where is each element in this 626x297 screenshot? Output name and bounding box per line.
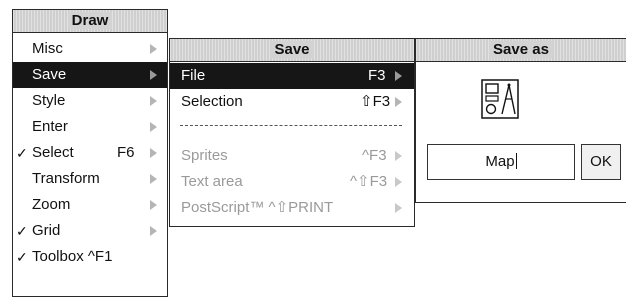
text-caret <box>515 153 517 169</box>
save-as-title: Save as <box>489 41 553 58</box>
submenu-arrow-icon <box>395 97 402 107</box>
drawfile-icon[interactable] <box>481 79 519 119</box>
submenu-arrow-icon <box>150 200 157 210</box>
submenu-arrow-icon <box>395 177 402 187</box>
menu-item-label: Toolbox ^F1 <box>32 248 113 265</box>
draw-menu-item-save[interactable]: Save <box>13 62 167 88</box>
draw-menu-title: Draw <box>67 12 113 29</box>
draw-menu-item-enter[interactable]: Enter <box>13 114 167 140</box>
menu-separator <box>180 125 402 126</box>
draw-menu-title-bar[interactable]: Draw <box>13 10 167 33</box>
submenu-arrow-icon <box>395 203 402 213</box>
filename-input[interactable]: Map <box>427 144 575 180</box>
tick-icon: ✓ <box>16 145 28 161</box>
menu-item-label: Style <box>32 92 66 109</box>
ok-button[interactable]: OK <box>581 144 621 180</box>
draw-menu-item-toolbox[interactable]: ✓ Toolbox ^F1 <box>13 244 167 270</box>
save-as-title-bar[interactable]: Save as <box>416 39 626 62</box>
save-as-dialog: Save as Map OK <box>415 38 626 203</box>
save-menu-item-selection[interactable]: Selection ⇧F3 <box>170 89 414 115</box>
tick-icon: ✓ <box>16 249 28 265</box>
save-menu-item-postscript: PostScript™ ^⇧PRINT <box>170 195 414 221</box>
save-menu-item-sprites: Sprites ^F3 <box>170 143 414 169</box>
menu-item-label: Text area <box>181 173 243 190</box>
draw-menu-item-transform[interactable]: Transform <box>13 166 167 192</box>
submenu-arrow-icon <box>150 96 157 106</box>
menu-item-label: Selection <box>181 93 243 110</box>
menu-item-label: Save <box>32 66 67 83</box>
menu-item-shortcut: F3 <box>368 67 386 84</box>
menu-item-shortcut: ⇧F3 <box>360 93 391 110</box>
menu-item-label: Sprites <box>181 147 228 164</box>
menu-item-label: Transform <box>32 170 100 187</box>
save-submenu: Save File F3 Selection ⇧F3 Sprites ^F3 T… <box>169 38 415 227</box>
draw-menu-item-grid[interactable]: ✓ Grid <box>13 218 167 244</box>
submenu-arrow-icon <box>150 44 157 54</box>
menu-item-label: Enter <box>32 118 68 135</box>
menu-item-label: Misc <box>32 40 63 57</box>
save-submenu-title-bar[interactable]: Save <box>170 39 414 62</box>
ok-button-label: OK <box>590 153 612 170</box>
menu-item-label: Zoom <box>32 196 71 213</box>
menu-item-shortcut: F6 <box>117 144 135 161</box>
submenu-arrow-icon <box>150 148 157 158</box>
submenu-arrow-icon <box>395 151 402 161</box>
menu-item-label: Grid <box>32 222 61 239</box>
submenu-arrow-icon <box>395 71 402 81</box>
draw-menu-item-style[interactable]: Style <box>13 88 167 114</box>
tick-icon: ✓ <box>16 223 28 239</box>
submenu-arrow-icon <box>150 174 157 184</box>
submenu-arrow-icon <box>150 70 157 80</box>
draw-menu-item-select[interactable]: ✓ Select F6 <box>13 140 167 166</box>
menu-item-label: Select <box>32 144 74 161</box>
menu-item-shortcut: ^F3 <box>362 147 387 164</box>
draw-menu-item-misc[interactable]: Misc <box>13 36 167 62</box>
save-menu-item-file[interactable]: File F3 <box>170 63 414 89</box>
menu-item-label: PostScript™ ^⇧PRINT <box>181 199 334 216</box>
menu-item-label: File <box>181 67 206 84</box>
draw-menu: Draw Misc Save Style Enter ✓ Select F6 T… <box>12 9 168 297</box>
menu-item-shortcut: ^⇧F3 <box>350 173 388 190</box>
draw-menu-item-zoom[interactable]: Zoom <box>13 192 167 218</box>
filename-value: Map <box>485 153 515 170</box>
submenu-arrow-icon <box>150 226 157 236</box>
save-menu-item-text-area: Text area ^⇧F3 <box>170 169 414 195</box>
save-submenu-title: Save <box>270 41 314 58</box>
submenu-arrow-icon <box>150 122 157 132</box>
